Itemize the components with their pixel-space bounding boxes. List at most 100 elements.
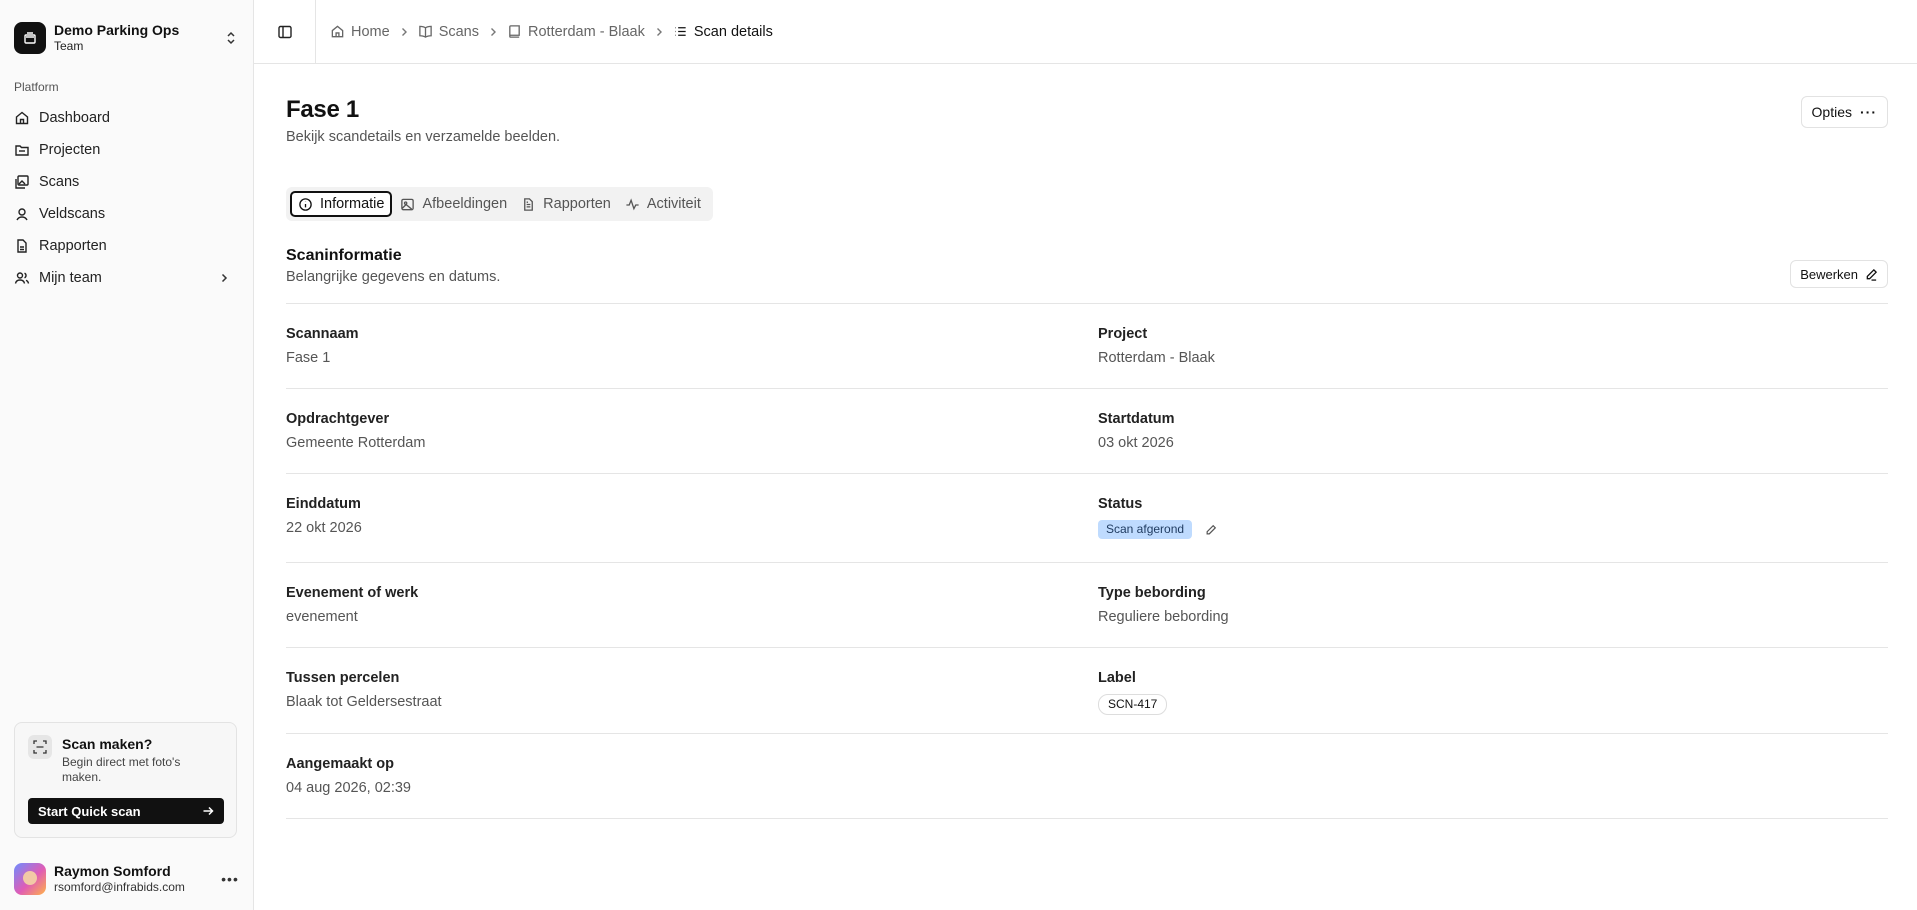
breadcrumb-home[interactable]: Home — [330, 24, 390, 40]
field-label: Opdrachtgever — [286, 411, 390, 427]
promo-description: Begin direct met foto's maken. — [62, 755, 181, 784]
more-horizontal-icon: ··· — [1860, 104, 1877, 120]
pencil-icon[interactable] — [1205, 524, 1217, 536]
options-label: Opties — [1811, 104, 1852, 120]
tab-label: Rapporten — [543, 196, 611, 212]
field-value: 04 aug 2026, 02:39 — [286, 780, 411, 796]
breadcrumb-label: Scans — [438, 23, 479, 40]
team-name: Demo Parking Ops — [54, 22, 180, 38]
field-aangemaakt-op: Aangemaakt op 04 aug 2026, 02:39 — [286, 734, 1098, 818]
field-value: Gemeente Rotterdam — [286, 435, 426, 451]
chevrons-up-down-icon[interactable] — [223, 30, 239, 46]
list-icon — [675, 27, 686, 36]
sidebar-item-mijn-team[interactable]: Mijn team — [0, 262, 253, 294]
breadcrumb-scans[interactable]: Scans — [418, 24, 479, 40]
field-value: Fase 1 — [286, 350, 331, 366]
options-button[interactable]: Opties ··· — [1800, 96, 1888, 128]
chevron-right-icon — [221, 273, 228, 283]
user-menu[interactable]: Raymon Somford rsomford@infrabids.com ••… — [14, 862, 240, 896]
details-row: Evenement of werk evenement Type bebordi… — [286, 563, 1888, 648]
field-scannaam: Scannaam Fase 1 — [286, 304, 1098, 388]
field-label-tag: Label SCN-417 — [1098, 648, 1888, 733]
sidebar-item-label: Projecten — [39, 142, 101, 158]
sidebar-item-projecten[interactable]: Projecten — [0, 134, 253, 166]
section-subtitle: Belangrijke gegevens en datums. — [286, 269, 501, 285]
sidebar-item-veldscans[interactable]: Veldscans — [0, 198, 253, 230]
start-quick-scan-label: Start Quick scan — [38, 803, 141, 819]
details-row: Tussen percelen Blaak tot Geldersestraat… — [286, 648, 1888, 734]
tab-informatie[interactable]: Informatie — [290, 191, 393, 217]
book-open-icon — [418, 25, 432, 38]
details-row: Aangemaakt op 04 aug 2026, 02:39 — [286, 734, 1888, 819]
field-label: Evenement of werk — [286, 585, 419, 601]
pencil-icon — [1866, 268, 1878, 281]
nav-group-label: Platform — [14, 80, 59, 94]
more-horizontal-icon[interactable]: ••• — [220, 871, 240, 887]
edit-button[interactable]: Bewerken — [1790, 260, 1888, 288]
sidebar-item-rapporten[interactable]: Rapporten — [0, 230, 253, 262]
promo-title: Scan maken? — [62, 736, 153, 752]
breadcrumb-current: Scan details — [673, 24, 773, 40]
field-value: Rotterdam - Blaak — [1098, 350, 1215, 366]
field-einddatum: Einddatum 22 okt 2026 — [286, 474, 1098, 562]
tab-activiteit[interactable]: Activiteit — [619, 191, 707, 217]
breadcrumb-label: Home — [351, 23, 390, 40]
home-icon — [15, 111, 29, 125]
team-logo-icon — [14, 22, 46, 54]
sidebar-item-scans[interactable]: Scans — [0, 166, 253, 198]
field-label: Startdatum — [1098, 411, 1175, 427]
field-label: Aangemaakt op — [286, 756, 394, 772]
field-label: Status — [1098, 496, 1143, 512]
tab-afbeeldingen[interactable]: Afbeeldingen — [394, 191, 513, 217]
main-area: Home Scans Rotterdam - Blaak Scan detail… — [254, 0, 1917, 910]
book-icon — [509, 25, 520, 38]
field-label: Tussen percelen — [286, 670, 400, 686]
folder-icon — [15, 145, 29, 156]
scan-icon — [28, 735, 52, 759]
details-row: Opdrachtgever Gemeente Rotterdam Startda… — [286, 389, 1888, 474]
section-title: Scaninformatie — [286, 247, 402, 264]
edit-label: Bewerken — [1800, 266, 1858, 282]
sidebar: Demo Parking Ops Team Platform Dashboard… — [0, 0, 254, 910]
images-icon — [15, 175, 29, 189]
quick-scan-card: Scan maken? Begin direct met foto's make… — [14, 722, 237, 838]
details-row: Scannaam Fase 1 Project Rotterdam - Blaa… — [286, 304, 1888, 389]
field-value: evenement — [286, 609, 358, 625]
field-label: Type bebording — [1098, 585, 1206, 601]
field-label: Einddatum — [286, 496, 361, 512]
sidebar-item-label: Mijn team — [39, 270, 102, 286]
field-tussen-percelen: Tussen percelen Blaak tot Geldersestraat — [286, 648, 1098, 733]
field-value: Blaak tot Geldersestraat — [286, 694, 442, 710]
field-opdrachtgever: Opdrachtgever Gemeente Rotterdam — [286, 389, 1098, 473]
chevron-right-icon — [654, 27, 664, 37]
field-value: 22 okt 2026 — [286, 520, 362, 536]
team-switcher[interactable]: Demo Parking Ops Team — [0, 0, 253, 62]
arrow-right-icon — [203, 806, 214, 816]
info-icon — [299, 197, 312, 211]
field-status: Status Scan afgerond — [1098, 474, 1888, 562]
field-label: Scannaam — [286, 326, 359, 342]
tab-label: Activiteit — [646, 196, 701, 212]
sidebar-item-label: Scans — [39, 174, 80, 190]
sidebar-item-label: Dashboard — [39, 110, 110, 126]
field-evenement: Evenement of werk evenement — [286, 563, 1098, 647]
topbar: Home Scans Rotterdam - Blaak Scan detail… — [254, 0, 1917, 64]
panel-left-icon — [277, 25, 292, 38]
sidebar-toggle-button[interactable] — [254, 0, 316, 64]
file-text-icon — [524, 197, 534, 211]
field-value: Reguliere bebording — [1098, 609, 1229, 625]
sidebar-item-dashboard[interactable]: Dashboard — [0, 102, 253, 134]
breadcrumb-label: Scan details — [693, 23, 773, 40]
breadcrumb-label: Rotterdam - Blaak — [528, 23, 645, 40]
details-row: Einddatum 22 okt 2026 Status Scan afgero… — [286, 474, 1888, 563]
tab-rapporten[interactable]: Rapporten — [515, 191, 617, 217]
avatar — [14, 863, 46, 895]
chevron-right-icon — [488, 27, 498, 37]
field-label: Project — [1098, 326, 1148, 342]
start-quick-scan-button[interactable]: Start Quick scan — [28, 798, 224, 824]
team-plan: Team — [54, 39, 84, 53]
label-tag: SCN-417 — [1098, 694, 1168, 715]
breadcrumb-project[interactable]: Rotterdam - Blaak — [507, 24, 645, 40]
user-email: rsomford@infrabids.com — [54, 880, 185, 894]
page-subtitle: Bekijk scandetails en verzamelde beelden… — [286, 129, 561, 145]
